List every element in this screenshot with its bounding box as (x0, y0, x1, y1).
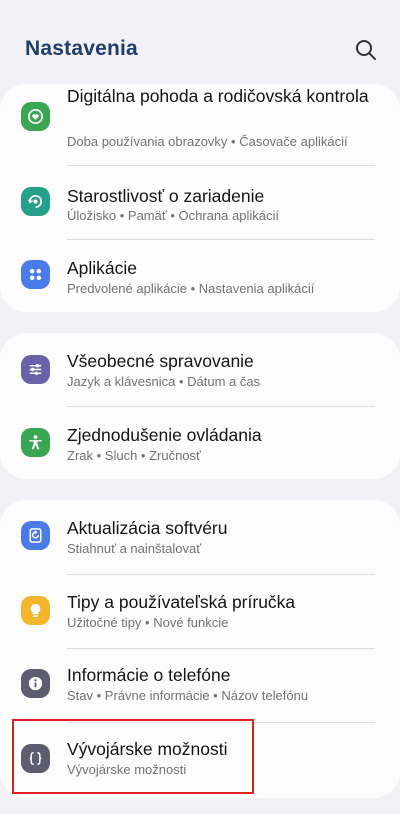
search-icon[interactable] (354, 38, 378, 62)
item-label: Digitálna pohoda a rodičovská kontrola (67, 86, 369, 106)
item-tips[interactable]: Tipy a používateľská príručka Užitočné t… (0, 575, 400, 648)
sliders-icon (21, 355, 50, 384)
item-device-care[interactable]: Starostlivosť o zariadenie Úložisko • Pa… (0, 166, 400, 239)
item-label: Informácie o telefóne (67, 665, 231, 685)
item-subtitle: Doba používania obrazovky • Časovače apl… (67, 134, 348, 149)
apps-icon (21, 260, 50, 289)
item-label: Všeobecné spravovanie (67, 351, 254, 371)
item-software-update[interactable]: Aktualizácia softvéru Stiahnuť a nainšta… (0, 500, 400, 574)
item-subtitle: Stav • Právne informácie • Názov telefón… (67, 688, 309, 703)
developer-options-icon (21, 744, 50, 773)
item-subtitle: Jazyk a klávesnica • Dátum a čas (67, 374, 261, 389)
settings-group-1: Digitálna pohoda a rodičovská kontrola D… (0, 84, 400, 312)
item-label: Aplikácie (67, 258, 138, 278)
item-label: Vývojárske možnosti (67, 739, 228, 759)
item-digital-wellbeing[interactable]: Digitálna pohoda a rodičovská kontrola D… (0, 84, 400, 166)
digital-wellbeing-icon (21, 102, 50, 131)
header: Nastavenia (0, 0, 400, 90)
accessibility-icon (21, 428, 50, 457)
lightbulb-icon (21, 596, 50, 625)
item-label: Aktualizácia softvéru (67, 518, 228, 538)
item-subtitle: Stiahnuť a nainštalovať (67, 541, 202, 556)
item-accessibility[interactable]: Zjednodušenie ovládania Zrak • Sluch • Z… (0, 407, 400, 479)
item-developer-options[interactable]: Vývojárske možnosti Vývojárske možnosti (0, 723, 400, 798)
item-label: Zjednodušenie ovládania (67, 425, 262, 445)
item-label: Tipy a používateľská príručka (67, 592, 296, 612)
info-icon (21, 669, 50, 698)
item-apps[interactable]: Aplikácie Predvolené aplikácie • Nastave… (0, 240, 400, 312)
item-label: Starostlivosť o zariadenie (67, 186, 265, 206)
software-update-icon (21, 521, 50, 550)
settings-screen: Nastavenia Digitálna pohoda a rodičovská… (0, 0, 400, 814)
item-subtitle: Predvolené aplikácie • Nastavenia apliká… (67, 281, 315, 296)
page-title: Nastavenia (25, 37, 138, 60)
item-subtitle: Užitočné tipy • Nové funkcie (67, 615, 229, 630)
item-subtitle: Zrak • Sluch • Zručnosť (67, 448, 201, 463)
item-general-management[interactable]: Všeobecné spravovanie Jazyk a klávesnica… (0, 333, 400, 406)
item-subtitle: Úložisko • Pamäť • Ochrana aplikácií (67, 208, 279, 223)
item-about-phone[interactable]: Informácie o telefóne Stav • Právne info… (0, 649, 400, 722)
settings-group-3: Aktualizácia softvéru Stiahnuť a nainšta… (0, 500, 400, 798)
device-care-icon (21, 187, 50, 216)
item-subtitle: Vývojárske možnosti (67, 762, 187, 777)
settings-group-2: Všeobecné spravovanie Jazyk a klávesnica… (0, 333, 400, 479)
